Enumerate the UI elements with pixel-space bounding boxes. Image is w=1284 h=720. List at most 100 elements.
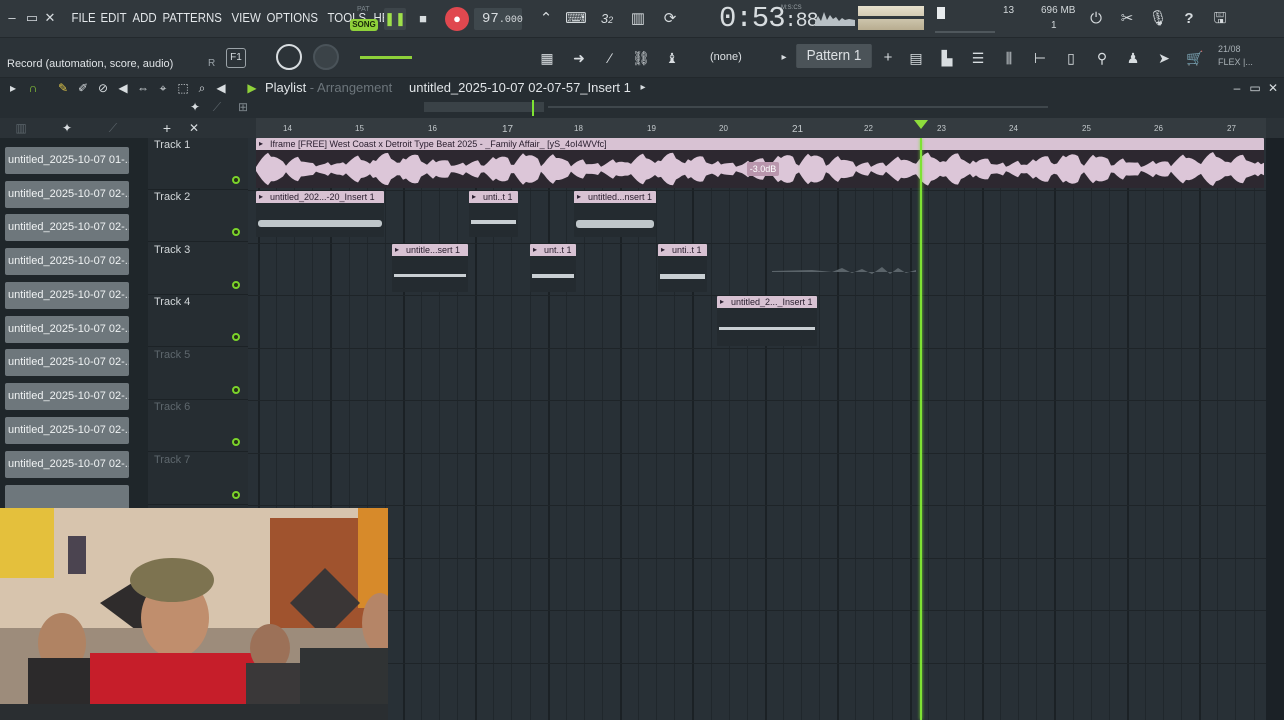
- clip-source-item[interactable]: untitled_2025-10-07 02-...: [5, 316, 129, 343]
- browser-icon[interactable]: ⊢: [1028, 46, 1052, 70]
- grid-icon[interactable]: ⊞: [234, 98, 252, 116]
- menu-patterns[interactable]: PATTERNS: [159, 10, 225, 25]
- arrangement-arrow-icon[interactable]: ▶: [243, 79, 261, 97]
- track-enable-led[interactable]: [232, 491, 240, 499]
- project-icon[interactable]: ▯: [1059, 46, 1083, 70]
- track-header[interactable]: Track 7: [148, 453, 248, 505]
- slide-icon[interactable]: ⟋: [208, 98, 226, 116]
- piano-roll-view-icon[interactable]: ▙: [935, 46, 959, 70]
- touch-controller-icon[interactable]: ♟: [1121, 46, 1145, 70]
- microphone-icon[interactable]: 🎙: [1147, 8, 1169, 30]
- song-position[interactable]: 0:53:88: [719, 2, 819, 35]
- pl-minimize-icon[interactable]: –: [1228, 79, 1246, 97]
- piano-mini-icon[interactable]: ▥: [12, 119, 30, 137]
- track-enable-led[interactable]: [232, 176, 240, 184]
- track-enable-led[interactable]: [232, 228, 240, 236]
- loop-record-icon[interactable]: ⟳: [659, 8, 681, 30]
- playhead-line[interactable]: [920, 138, 922, 720]
- track-enable-led[interactable]: [232, 386, 240, 394]
- pattern-selector[interactable]: Pattern 1: [796, 44, 872, 68]
- plugin-database-icon[interactable]: ⚲: [1090, 46, 1114, 70]
- magnet-icon[interactable]: ∩: [24, 79, 42, 97]
- menu-add[interactable]: ADD: [129, 10, 160, 25]
- track-enable-led[interactable]: [232, 438, 240, 446]
- stop-button[interactable]: ■: [412, 8, 434, 30]
- audio-clip[interactable]: unti..t 1: [658, 244, 707, 292]
- master-volume-knob[interactable]: [313, 44, 339, 70]
- track-header[interactable]: Track 6: [148, 400, 248, 452]
- clip-source-item[interactable]: untitled_2025-10-07 02-...: [5, 282, 129, 309]
- track-enable-led[interactable]: [232, 333, 240, 341]
- track-enable-led[interactable]: [232, 281, 240, 289]
- close-icon[interactable]: ✕: [42, 10, 58, 26]
- save-icon[interactable]: 🖫: [1209, 8, 1231, 30]
- playback-icon[interactable]: ◀: [212, 79, 230, 97]
- arrow-right-icon[interactable]: ➜: [567, 46, 591, 70]
- add-track-icon[interactable]: +: [158, 119, 176, 137]
- menu-view[interactable]: VIEW: [228, 10, 264, 25]
- store-icon[interactable]: 🛒: [1183, 46, 1207, 70]
- ideas-icon[interactable]: ➤: [1152, 46, 1176, 70]
- master-pitch-knob[interactable]: [276, 44, 302, 70]
- slice-icon[interactable]: ⌖: [154, 79, 172, 97]
- clip-source-item[interactable]: untitled_2025-10-07 02-...: [5, 214, 129, 241]
- metronome-icon[interactable]: ⌃: [535, 8, 557, 30]
- clip-source-item[interactable]: untitled_2025-10-07 01-...: [5, 147, 129, 174]
- path-arrow-icon[interactable]: ▸: [634, 79, 652, 97]
- minimize-icon[interactable]: –: [4, 10, 20, 26]
- undo-history-icon[interactable]: ⏻: [1085, 8, 1107, 30]
- playlist-view-icon[interactable]: ▤: [904, 46, 928, 70]
- link-icon[interactable]: ⛓: [629, 46, 653, 70]
- track-header[interactable]: Track 1: [148, 138, 248, 190]
- select-icon[interactable]: ⬚: [174, 79, 192, 97]
- timeline-ruler[interactable]: 14 15 16 17 18 19 20 21 22 23 24 25 26 2…: [256, 118, 1266, 138]
- track-header[interactable]: Track 4: [148, 295, 248, 347]
- channel-rack-icon[interactable]: ☰: [966, 46, 990, 70]
- plugin-icon[interactable]: ♝: [660, 46, 684, 70]
- menu-edit[interactable]: EDIT: [97, 10, 130, 25]
- audio-clip[interactable]: untitled_202...-20_Insert 1: [256, 191, 384, 237]
- countdown-icon[interactable]: 32: [596, 8, 618, 30]
- track-header[interactable]: Track 5: [148, 348, 248, 400]
- snap-mini-icon[interactable]: ✦: [58, 119, 76, 137]
- zoom-icon[interactable]: ⌕: [193, 79, 211, 97]
- flex-panel[interactable]: 21/08 FLEX |...: [1218, 43, 1253, 69]
- audio-clip[interactable]: unti..t 1: [469, 191, 518, 237]
- clip-source-item[interactable]: untitled_2025-10-07 02-...: [5, 181, 129, 208]
- clip-source-item[interactable]: untitled_2025-10-07 02-...: [5, 248, 129, 275]
- restore-icon[interactable]: ▭: [24, 10, 40, 26]
- mute-icon[interactable]: ◀: [114, 79, 132, 97]
- wait-input-icon[interactable]: ⌨: [565, 8, 587, 30]
- paint-icon[interactable]: ✐: [74, 79, 92, 97]
- tools-icon[interactable]: ✂: [1116, 8, 1138, 30]
- pencil-icon[interactable]: ✎: [54, 79, 72, 97]
- audio-clip[interactable]: untitle...sert 1: [392, 244, 468, 292]
- remove-track-icon[interactable]: ✕: [185, 119, 203, 137]
- master-volume-slider[interactable]: [360, 56, 412, 59]
- snap-icon[interactable]: ✦: [186, 98, 204, 116]
- playhead-marker[interactable]: [914, 120, 928, 129]
- delete-icon[interactable]: ⊘: [94, 79, 112, 97]
- pattern-arrow-icon[interactable]: ▸: [772, 46, 796, 70]
- clip-source-item[interactable]: untitled_2025-10-07 02-...: [5, 417, 129, 444]
- clip-source-item[interactable]: untitled_2025-10-07 02-...: [5, 383, 129, 410]
- tempo-display[interactable]: 97.000: [474, 8, 523, 30]
- help-icon[interactable]: ?: [1178, 8, 1200, 30]
- pat-song-toggle[interactable]: PAT SONG: [350, 6, 378, 32]
- record-button[interactable]: ●: [445, 7, 469, 31]
- clip-source-item[interactable]: untitled_2025-10-07 02-...: [5, 451, 129, 478]
- pl-close-icon[interactable]: ✕: [1264, 79, 1282, 97]
- pl-maximize-icon[interactable]: ▭: [1246, 79, 1264, 97]
- step-edit-icon[interactable]: ▥: [627, 8, 649, 30]
- mixer-icon[interactable]: ⫼: [997, 46, 1021, 70]
- clip-source-item[interactable]: untitled_2025-10-07 02-...: [5, 349, 129, 376]
- brush-icon[interactable]: ∕: [598, 46, 622, 70]
- playlist-grid[interactable]: Iframe [FREE] West Coast x Detroit Type …: [248, 138, 1266, 720]
- track-header[interactable]: Track 2: [148, 190, 248, 242]
- overview-scroll[interactable]: [424, 102, 544, 112]
- playlist-arrangement[interactable]: Arrangement: [317, 80, 392, 95]
- menu-file[interactable]: FILE: [68, 10, 99, 25]
- menu-options[interactable]: OPTIONS: [263, 10, 322, 25]
- audio-clip[interactable]: unt..t 1: [530, 244, 576, 292]
- track-header[interactable]: Track 3: [148, 243, 248, 295]
